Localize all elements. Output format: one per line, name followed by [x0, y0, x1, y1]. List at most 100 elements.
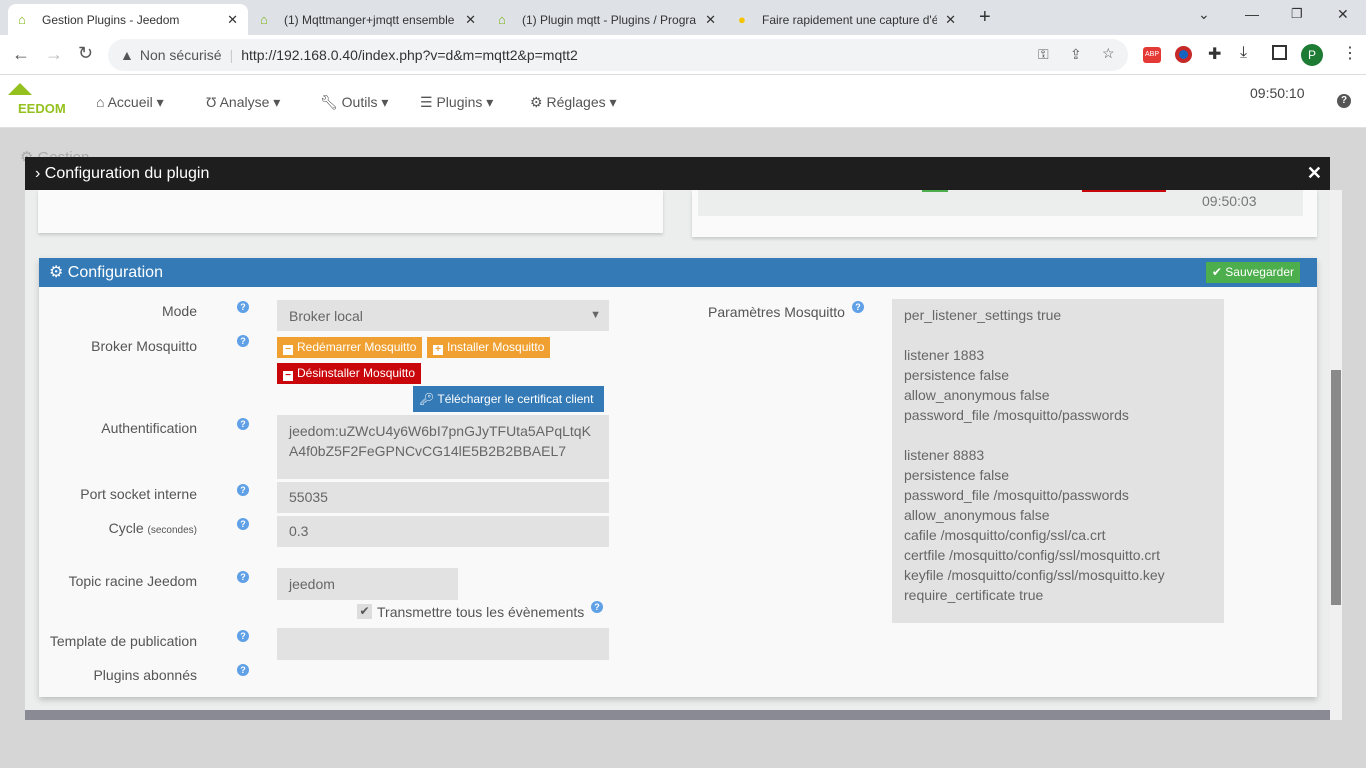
browser-tab-bar: ⌂ Gestion Plugins - Jeedom ✕ ⌂ (1) Mqttmang… [0, 0, 1366, 35]
scrollbar-thumb[interactable] [1331, 370, 1341, 605]
plus-square-icon: + [433, 345, 443, 355]
bulb-favicon-icon: ● [738, 11, 746, 27]
share-icon[interactable]: ⇪ [1070, 46, 1082, 63]
modal-header: › Configuration du plugin ✕ [25, 157, 1330, 190]
forward-icon[interactable]: → [45, 44, 63, 65]
auth-label: Authentification [101, 420, 197, 436]
port-label: Port socket interne [80, 486, 197, 502]
adblock-icon[interactable]: ABP [1143, 47, 1161, 63]
reload-icon[interactable]: ↻ [78, 43, 93, 64]
profile-avatar[interactable]: P [1301, 44, 1323, 66]
tab-gestion-plugins[interactable]: ⌂ Gestion Plugins - Jeedom ✕ [8, 4, 248, 35]
scrollbar[interactable] [1330, 190, 1342, 720]
caret-down-icon: ▼ [590, 309, 601, 321]
close-tab-icon[interactable]: ✕ [227, 12, 238, 28]
restore-button[interactable]: ❐ [1291, 6, 1303, 22]
nav-reglages[interactable]: ⚙ Réglages ▾ [530, 94, 617, 111]
jeedom-favicon-icon: ⌂ [498, 11, 506, 27]
url-bar[interactable]: ▲ Non sécurisé | http://192.168.0.40/ind… [108, 39, 1128, 71]
plugins-label: Plugins abonnés [93, 667, 197, 683]
help-icon[interactable]: ? [237, 301, 249, 313]
mosquitto-params-label: Paramètres Mosquitto [708, 304, 845, 320]
tab-capture[interactable]: ● Faire rapidement une capture d'é ✕ [728, 4, 966, 35]
help-icon[interactable]: ? [852, 301, 864, 313]
url-text[interactable]: http://192.168.0.40/index.php?v=d&m=mqtt… [241, 47, 578, 63]
extension-icon[interactable] [1175, 46, 1192, 63]
minimize-button[interactable]: — [1245, 6, 1259, 22]
help-icon[interactable]: ? [237, 664, 249, 676]
address-bar-row: ← → ↻ ▲ Non sécurisé | http://192.168.0.… [0, 35, 1366, 75]
extensions-puzzle-icon[interactable]: ✚ [1208, 44, 1221, 64]
nav-plugins[interactable]: ☰ Plugins ▾ [420, 94, 493, 111]
port-input[interactable]: 55035 [277, 482, 609, 513]
warning-icon: ▲ [120, 47, 134, 63]
jeedom-navbar: EEDOM ⌂ Accueil ▾ Ʊ Analyse ▾ 🔧︎ Outils … [0, 75, 1366, 128]
mosquitto-params-textarea[interactable]: per_listener_settings true listener 1883… [892, 299, 1224, 623]
help-icon[interactable]: ? [591, 601, 603, 613]
side-panel-icon[interactable] [1272, 45, 1287, 60]
nav-accueil[interactable]: ⌂ Accueil ▾ [96, 94, 164, 111]
uninstall-mosquitto-button[interactable]: − Désinstaller Mosquitto [277, 363, 422, 384]
help-icon[interactable]: ? [237, 335, 249, 347]
broker-label: Broker Mosquitto [91, 338, 197, 354]
minus-square-icon: − [283, 345, 293, 355]
transmit-checkbox[interactable]: ✔ [357, 604, 372, 619]
status-time: 09:50:03 [1202, 193, 1257, 209]
download-certificate-button[interactable]: 🔑︎ Télécharger le certificat client [413, 386, 604, 412]
chevron-right-icon: › [35, 165, 41, 182]
stethoscope-icon: Ʊ [206, 94, 217, 110]
help-icon[interactable]: ? [237, 571, 249, 583]
topic-label: Topic racine Jeedom [68, 573, 197, 589]
gear-icon: ⚙ [530, 94, 543, 110]
modal-title: Configuration du plugin [44, 165, 210, 182]
jeedom-favicon-icon: ⌂ [18, 11, 26, 27]
help-icon[interactable]: ? [237, 630, 249, 642]
help-icon[interactable]: ? [237, 518, 249, 530]
wrench-icon: 🔧︎ [320, 94, 338, 110]
close-tab-icon[interactable]: ✕ [465, 12, 476, 28]
close-window-button[interactable]: ✕ [1337, 6, 1349, 23]
browser-menu-icon[interactable]: ⋮ [1342, 43, 1358, 63]
back-icon[interactable]: ← [12, 44, 30, 65]
clock: 09:50:10 [1250, 85, 1305, 101]
modal-footer-bar [25, 710, 1330, 720]
status-ok-badge [922, 190, 948, 192]
cycle-label: Cycle (secondes) [108, 520, 197, 536]
cycle-input[interactable]: 0.3 [277, 516, 609, 547]
info-panel [38, 190, 663, 233]
config-panel-header: ⚙ Configuration ✔ Sauvegarder [39, 258, 1317, 287]
jeedom-favicon-icon: ⌂ [260, 11, 268, 27]
nav-analyse[interactable]: Ʊ Analyse ▾ [206, 94, 280, 111]
auth-textarea[interactable]: jeedom:uZWcU4y6W6bI7pnGJyTFUta5APqLtqK A… [277, 415, 609, 479]
download-icon[interactable]: ⤓ [1240, 44, 1247, 62]
install-mosquitto-button[interactable]: + Installer Mosquitto [427, 337, 551, 358]
plugin-config-modal: › Configuration du plugin ✕ 09:50:03 ⚙ C… [25, 157, 1342, 720]
mode-label: Mode [161, 303, 197, 319]
new-tab-button[interactable]: + [979, 6, 991, 29]
minus-square-icon: − [283, 371, 293, 381]
key-icon: 🔑︎ [419, 392, 435, 406]
mode-select[interactable]: Broker local ▼ [277, 300, 609, 331]
help-icon[interactable]: ? [1337, 94, 1351, 108]
tab-search-icon[interactable]: ⌄ [1198, 6, 1210, 23]
topic-input[interactable]: jeedom [277, 568, 458, 600]
save-button[interactable]: ✔ Sauvegarder [1205, 262, 1300, 283]
close-tab-icon[interactable]: ✕ [705, 12, 716, 28]
daemon-status-row: 09:50:03 [698, 190, 1303, 216]
close-icon[interactable]: ✕ [1307, 157, 1322, 190]
key-icon[interactable]: ⚿ [1038, 46, 1049, 63]
nav-outils[interactable]: 🔧︎ Outils ▾ [320, 94, 388, 111]
status-nok-badge [1082, 190, 1166, 192]
tab-plugin-mqtt[interactable]: ⌂ (1) Plugin mqtt - Plugins / Progra ✕ [488, 4, 726, 35]
template-label: Template de publication [49, 633, 197, 649]
bookmark-star-icon[interactable]: ☆ [1102, 45, 1115, 62]
restart-mosquitto-button[interactable]: − Redémarrer Mosquitto [277, 337, 423, 358]
transmit-label: Transmettre tous les évènements [377, 604, 585, 620]
list-icon: ☰ [420, 94, 433, 110]
tab-mqttmanager[interactable]: ⌂ (1) Mqttmanger+jmqtt ensemble ✕ [250, 4, 486, 35]
help-icon[interactable]: ? [237, 484, 249, 496]
help-icon[interactable]: ? [237, 418, 249, 430]
gears-icon: ⚙ [49, 264, 64, 281]
template-input[interactable] [277, 628, 609, 660]
close-tab-icon[interactable]: ✕ [945, 12, 956, 28]
